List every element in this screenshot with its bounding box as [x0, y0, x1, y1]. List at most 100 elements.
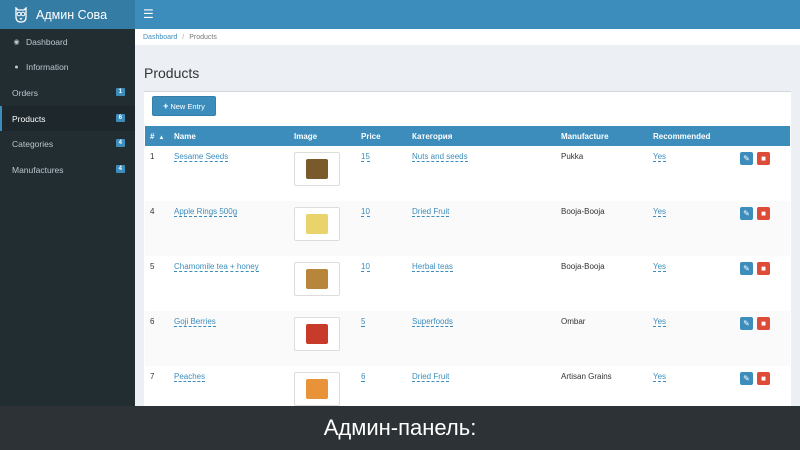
- column-header-name[interactable]: Name: [169, 126, 289, 146]
- sort-asc-icon: ▲: [158, 134, 165, 141]
- product-image: [306, 379, 328, 399]
- sidebar: ◉ Dashboard ● Information Orders 1 Produ…: [0, 29, 135, 450]
- column-header-recommended[interactable]: Recommended: [648, 126, 735, 146]
- product-image: [306, 214, 328, 234]
- column-header-category[interactable]: Категория: [407, 126, 556, 146]
- table-row[interactable]: 5 Chamomile tea + honey 10 Herbal teas Booja…: [145, 256, 790, 311]
- products-box: + New Entry # ▲ Name Image Price Категори…: [144, 91, 791, 406]
- sidebar-item-products[interactable]: Products 6: [0, 105, 135, 132]
- table-row[interactable]: 1 Sesame Seeds 15 Nuts and seeds Pukka Yes ✎ ■: [145, 146, 790, 201]
- edit-pencil-icon[interactable]: ✎: [740, 372, 753, 385]
- breadcrumb: Dashboard / Products: [135, 29, 800, 45]
- column-header-image[interactable]: Image: [289, 126, 356, 146]
- product-thumbnail[interactable]: [294, 152, 340, 186]
- sidebar-item-information[interactable]: ● Information: [0, 55, 135, 81]
- breadcrumb-current: Products: [189, 33, 217, 41]
- product-thumbnail[interactable]: [294, 207, 340, 241]
- table-row[interactable]: 4 Apple Rings 500g 10 Dried Fruit Booja-Booj…: [145, 201, 790, 256]
- edit-pencil-icon[interactable]: ✎: [740, 207, 753, 220]
- edit-pencil-icon[interactable]: ✎: [740, 262, 753, 275]
- caption-bar: Админ-панель:: [0, 406, 800, 450]
- sidebar-item-dashboard[interactable]: ◉ Dashboard: [0, 29, 135, 55]
- new-entry-label: New Entry: [170, 101, 205, 111]
- brand-title: Админ Сова: [36, 7, 108, 22]
- column-header-price[interactable]: Price: [356, 126, 407, 146]
- product-image: [306, 324, 328, 344]
- price-editable[interactable]: 10: [361, 207, 370, 217]
- sidebar-item-label: Manufactures: [12, 164, 64, 175]
- product-thumbnail[interactable]: [294, 372, 340, 406]
- breadcrumb-separator: /: [182, 33, 185, 41]
- category-editable[interactable]: Dried Fruit: [412, 372, 450, 382]
- price-editable[interactable]: 15: [361, 152, 370, 162]
- cell-manufacture: Pukka: [561, 152, 584, 161]
- sidebar-item-label: Categories: [12, 139, 54, 150]
- cell-id: 5: [150, 262, 155, 271]
- plus-icon: +: [163, 101, 169, 111]
- cell-manufacture: Artisan Grains: [561, 372, 612, 381]
- delete-trash-icon[interactable]: ■: [757, 372, 770, 385]
- cell-id: 6: [145, 311, 169, 366]
- sidebar-item-manufactures[interactable]: Manufactures 4: [0, 157, 135, 183]
- sidebar-item-label: Information: [26, 62, 69, 73]
- products-table: # ▲ Name Image Price Категория Manufactur…: [145, 126, 790, 406]
- cell-manufacture: Booja-Booja: [561, 262, 605, 271]
- product-thumbnail[interactable]: [294, 262, 340, 296]
- sidebar-item-orders[interactable]: Orders 1: [0, 80, 135, 106]
- product-image: [306, 269, 328, 289]
- recommended-editable[interactable]: Yes: [653, 152, 667, 162]
- cell-id: 7: [150, 372, 155, 381]
- count-badge: 6: [115, 113, 125, 122]
- price-editable[interactable]: 6: [361, 372, 366, 382]
- column-header-actions: [735, 126, 790, 146]
- recommended-editable[interactable]: Yes: [653, 317, 667, 327]
- product-name-link[interactable]: Sesame Seeds: [174, 152, 229, 162]
- caption-text: Админ-панель:: [323, 415, 477, 440]
- product-name-link[interactable]: Chamomile tea + honey: [174, 262, 259, 272]
- new-entry-button[interactable]: + New Entry: [152, 96, 216, 116]
- column-header-manufacture[interactable]: Manufacture: [556, 126, 648, 146]
- hamburger-menu-icon[interactable]: ☰: [143, 7, 154, 21]
- delete-trash-icon[interactable]: ■: [757, 207, 770, 220]
- owl-logo-icon: [15, 6, 27, 23]
- table-row[interactable]: 7 Peaches 6 Dried Fruit Artisan Grains Yes ✎ ■: [145, 366, 790, 406]
- cell-manufacture: Booja-Booja: [556, 201, 648, 256]
- sidebar-item-label: Dashboard: [26, 36, 68, 47]
- column-header-id[interactable]: # ▲: [145, 126, 169, 146]
- product-name-link[interactable]: Peaches: [174, 372, 206, 382]
- cell-id: 4: [145, 201, 169, 256]
- edit-pencil-icon[interactable]: ✎: [740, 317, 753, 330]
- count-badge: 4: [115, 139, 125, 148]
- edit-pencil-icon[interactable]: ✎: [740, 152, 753, 165]
- category-editable[interactable]: Nuts and seeds: [412, 152, 468, 162]
- count-badge: 4: [115, 164, 125, 173]
- product-name-link[interactable]: Apple Rings 500g: [174, 207, 238, 217]
- cell-manufacture: Ombar: [556, 311, 648, 366]
- recommended-editable[interactable]: Yes: [653, 207, 667, 217]
- price-editable[interactable]: 10: [361, 262, 370, 272]
- sidebar-item-categories[interactable]: Categories 4: [0, 131, 135, 157]
- delete-trash-icon[interactable]: ■: [757, 152, 770, 165]
- product-thumbnail[interactable]: [294, 317, 340, 351]
- recommended-editable[interactable]: Yes: [653, 372, 667, 382]
- recommended-editable[interactable]: Yes: [653, 262, 667, 272]
- table-row[interactable]: 6 Goji Berries 5 Superfoods Ombar Yes ✎ ■: [145, 311, 790, 366]
- delete-trash-icon[interactable]: ■: [757, 317, 770, 330]
- info-icon: ●: [14, 63, 19, 71]
- dashboard-icon: ◉: [13, 38, 20, 46]
- product-name-link[interactable]: Goji Berries: [174, 317, 216, 327]
- category-editable[interactable]: Superfoods: [412, 317, 453, 327]
- price-editable[interactable]: 5: [361, 317, 366, 327]
- main-content: Dashboard / Products Products + New Entr…: [135, 29, 800, 406]
- category-editable[interactable]: Dried Fruit: [412, 207, 450, 217]
- delete-trash-icon[interactable]: ■: [757, 262, 770, 275]
- breadcrumb-home-link[interactable]: Dashboard: [143, 34, 177, 41]
- category-editable[interactable]: Herbal teas: [412, 262, 453, 272]
- top-navbar: ☰: [135, 0, 800, 29]
- count-badge: 1: [115, 88, 125, 97]
- sidebar-item-label: Orders: [12, 87, 38, 98]
- sidebar-item-label: Products: [12, 113, 46, 124]
- brand-header[interactable]: Админ Сова: [0, 0, 135, 29]
- cell-id: 1: [150, 152, 155, 161]
- product-image: [306, 159, 328, 179]
